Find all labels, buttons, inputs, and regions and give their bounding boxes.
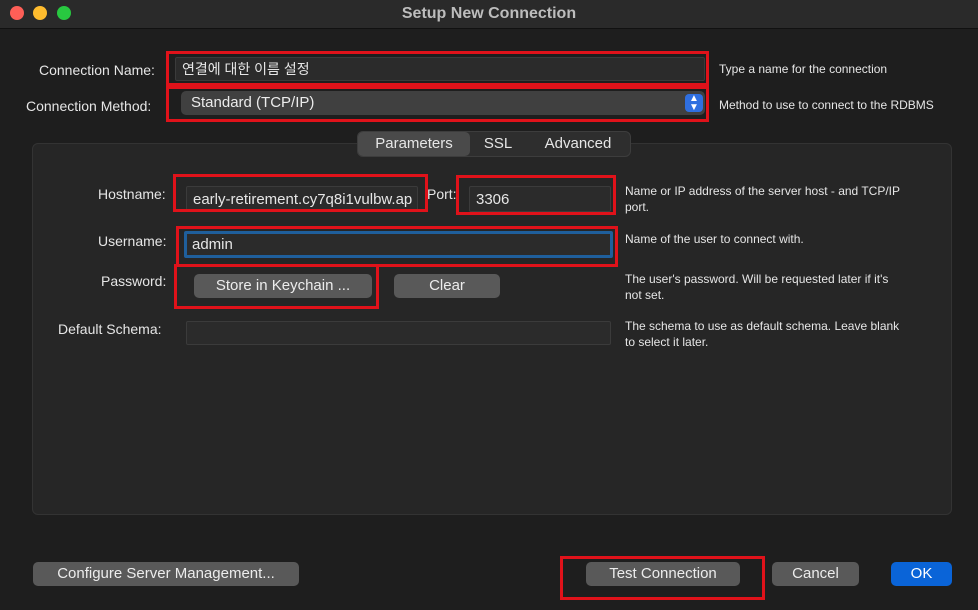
username-input[interactable]: admin [184,231,613,258]
store-in-keychain-button[interactable]: Store in Keychain ... [194,274,372,298]
hostname-label: Hostname: [98,186,166,202]
port-input[interactable]: 3306 [469,186,611,212]
username-label: Username: [98,233,167,249]
default-schema-input[interactable] [186,321,611,345]
connection-name-label: Connection Name: [39,62,155,78]
connection-method-label: Connection Method: [26,98,152,114]
connection-method-select[interactable]: Standard (TCP/IP) [181,91,705,115]
tab-parameters[interactable]: Parameters [358,132,470,156]
cancel-button[interactable]: Cancel [772,562,859,586]
clear-password-button[interactable]: Clear [394,274,500,298]
test-connection-button[interactable]: Test Connection [586,562,740,586]
hostname-hint-line2: port. [625,200,650,214]
username-hint: Name of the user to connect with. [625,232,804,246]
password-hint-line2: not set. [625,288,665,302]
port-label: Port: [427,186,457,202]
window-title: Setup New Connection [401,5,577,22]
connection-name-input[interactable]: 연결에 대한 이름 설정 [175,57,705,81]
configure-server-management-button[interactable]: Configure Server Management... [33,562,299,586]
connection-method-value: Standard (TCP/IP) [191,94,315,111]
tab-advanced[interactable]: Advanced [526,131,630,157]
connection-method-hint: Method to use to connect to the RDBMS [719,98,934,112]
tab-ssl[interactable]: SSL [472,131,524,157]
schema-hint-line1: The schema to use as default schema. Lea… [625,319,900,333]
schema-hint-line2: to select it later. [625,335,709,349]
default-schema-label: Default Schema: [58,321,162,337]
hostname-input[interactable]: early-retirement.cy7q8i1vulbw.ap [186,186,418,212]
password-hint-line1: The user's password. Will be requested l… [625,272,889,286]
hostname-hint-line1: Name or IP address of the server host - … [625,184,901,198]
select-stepper-icon: ▲ ▼ [685,94,703,113]
connection-name-hint: Type a name for the connection [719,62,888,76]
password-label: Password: [101,273,167,289]
ok-button[interactable]: OK [891,562,952,586]
